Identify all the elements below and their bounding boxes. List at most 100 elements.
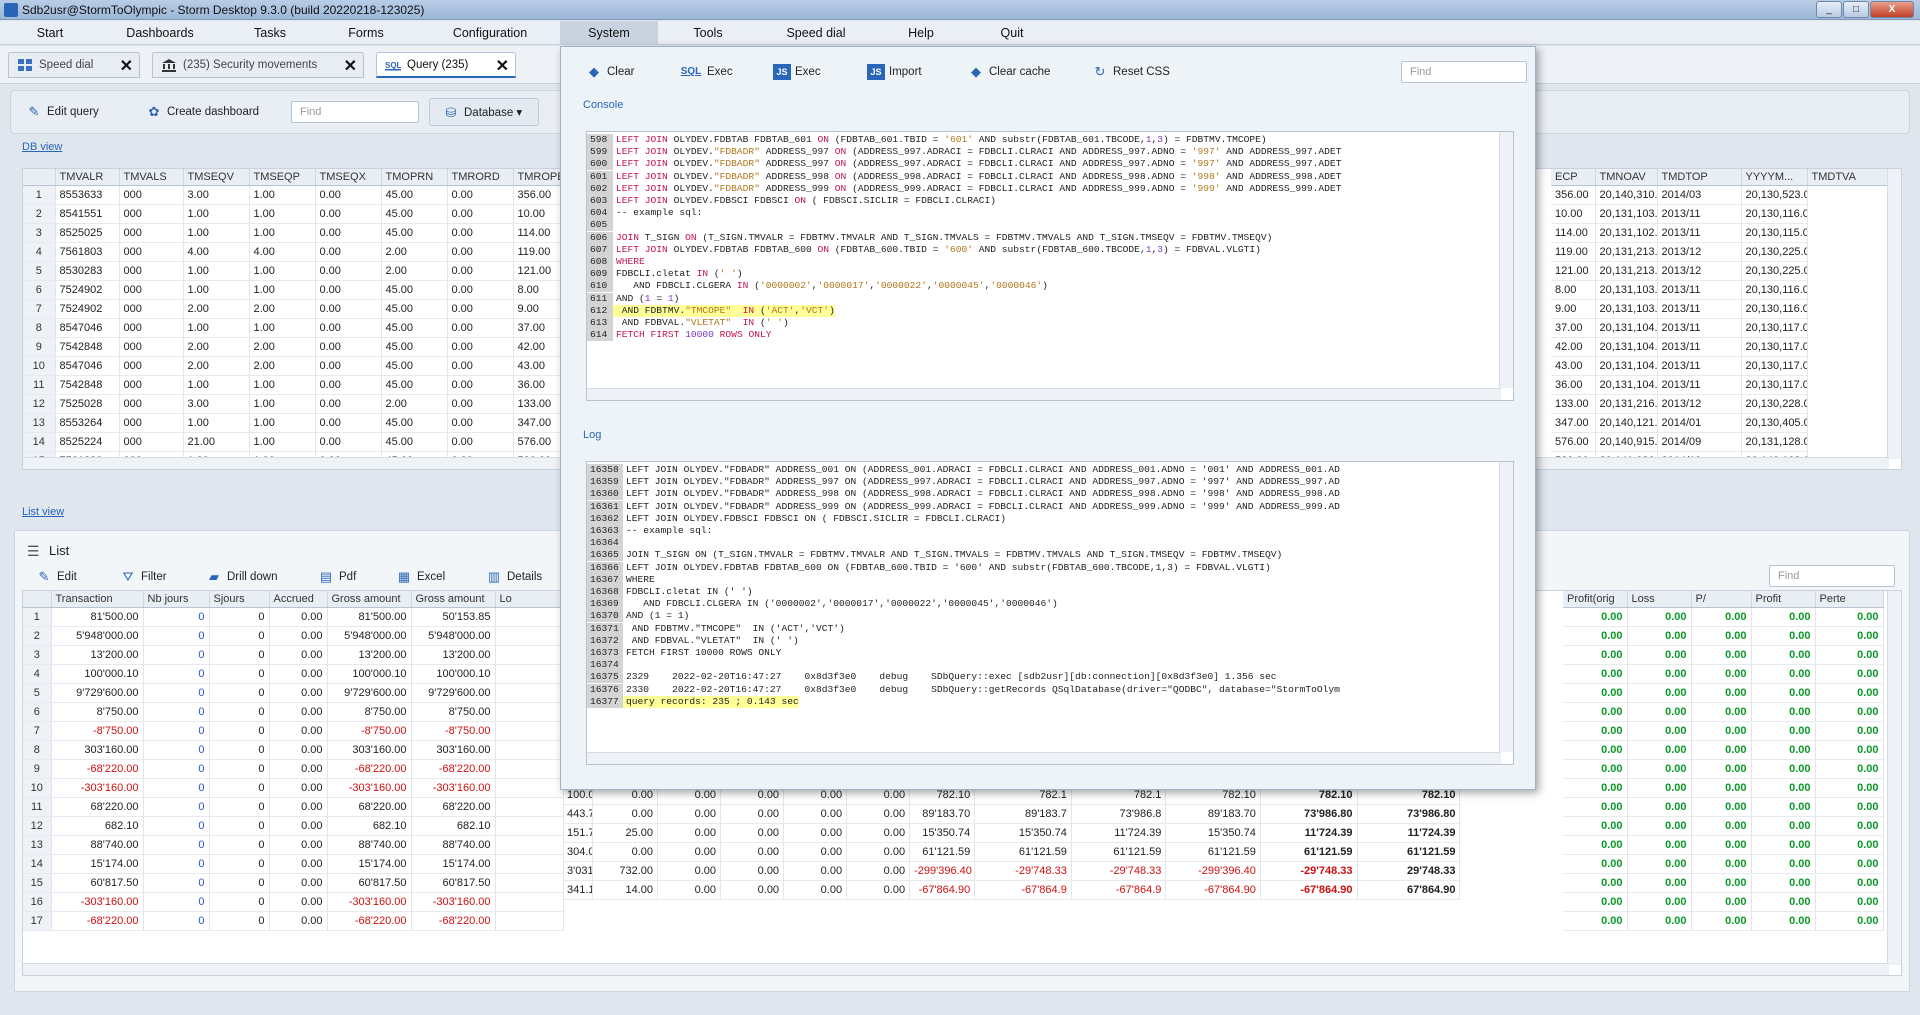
table-row[interactable]: 0.00 0.00 0.00 0.00 0.00 [1563, 778, 1884, 798]
list-drill-down-button[interactable]: ▰ Drill down [205, 566, 278, 588]
table-row[interactable]: 5 9'729'600.00 0 0 0.00 9'729'600.00 9'729'600… [23, 683, 564, 703]
db-view-label[interactable]: DB view [22, 141, 62, 153]
table-row[interactable]: 8 303'160.00 0 0 0.00 303'160.00 303'160.00 [23, 740, 564, 760]
table-row[interactable]: 13 8553264 000 1.00 1.00 0.00 45.00 0.00 347.00 [23, 413, 584, 433]
table-row[interactable]: 0.00 0.00 0.00 0.00 0.00 [1563, 740, 1884, 760]
table-row[interactable]: 9.0020,131,103.002013/1120,130,116.00 [1551, 299, 1891, 319]
list-details-button[interactable]: ▥ Details [485, 566, 542, 588]
close-tab-icon[interactable]: ✕ [496, 56, 509, 76]
table-row[interactable]: 43.0020,131,104.002013/1120,130,117.00 [1551, 356, 1891, 376]
list-view-vertical-scrollbar[interactable] [1887, 591, 1901, 965]
menu-configuration[interactable]: Configuration [440, 21, 540, 45]
table-row[interactable]: 0.00 0.00 0.00 0.00 0.00 [1563, 683, 1884, 703]
table-row[interactable]: 1 8553633 000 3.00 1.00 0.00 45.00 0.00 356.00 [23, 185, 584, 205]
list-filter-button[interactable]: ⛛ Filter [119, 566, 167, 588]
table-row[interactable]: 0.00 0.00 0.00 0.00 0.00 [1563, 607, 1884, 627]
log-vertical-scrollbar[interactable] [1499, 462, 1513, 752]
menu-tools[interactable]: Tools [680, 21, 736, 45]
db-view-vertical-scrollbar[interactable] [1887, 169, 1901, 459]
table-row[interactable]: 12 682.10 0 0 0.00 682.10 682.10 [23, 816, 564, 836]
table-row[interactable]: 347.0020,140,121.002014/0120,130,405.00 [1551, 413, 1891, 433]
console-horizontal-scrollbar[interactable] [587, 388, 1501, 400]
table-row[interactable]: 6 8'750.00 0 0 0.00 8'750.00 8'750.00 [23, 702, 564, 722]
menu-speed-dial[interactable]: Speed dial [780, 21, 852, 45]
clear-button[interactable]: ◆ Clear [585, 61, 634, 83]
table-row[interactable]: 4 7561803 000 4.00 4.00 0.00 2.00 0.00 119.00 [23, 242, 584, 262]
log-horizontal-scrollbar[interactable] [587, 752, 1501, 764]
table-row[interactable]: 10.0020,131,103.002013/1120,130,116.00 [1551, 204, 1891, 224]
list-excel-button[interactable]: ▦ Excel [395, 566, 445, 588]
table-row[interactable]: 443.700.000.000.000.000.0089'183.7089'18… [563, 804, 1563, 824]
list-edit-button[interactable]: ✎ Edit [35, 566, 77, 588]
table-row[interactable]: 13 88'740.00 0 0 0.00 88'740.00 88'740.00 [23, 835, 564, 855]
table-row[interactable]: 576.0020,140,915.002014/0920,131,128.00 [1551, 432, 1891, 452]
table-row[interactable]: 0.00 0.00 0.00 0.00 0.00 [1563, 664, 1884, 684]
js-exec-button[interactable]: JS Exec [773, 61, 821, 83]
table-row[interactable]: 2 8541551 000 1.00 1.00 0.00 45.00 0.00 10.00 [23, 204, 584, 224]
toolbar-find-input[interactable]: Find [291, 101, 419, 123]
js-import-button[interactable]: JS Import [867, 61, 922, 83]
table-row[interactable]: 9 -68'220.00 0 0 0.00 -68'220.00 -68'220.00 [23, 759, 564, 779]
table-row[interactable]: 304.090.000.000.000.000.0061'121.5961'12… [563, 842, 1563, 862]
table-row[interactable]: 12 7525028 000 3.00 1.00 0.00 2.00 0.00 133.00 [23, 394, 584, 414]
tab-security-movements[interactable]: (235) Security movements ✕ [152, 52, 364, 78]
close-tab-icon[interactable]: ✕ [120, 56, 133, 76]
table-row[interactable]: 356.0020,140,310.002014/0320,130,523.00 [1551, 185, 1891, 205]
table-row[interactable]: 0.00 0.00 0.00 0.00 0.00 [1563, 816, 1884, 836]
table-row[interactable]: 0.00 0.00 0.00 0.00 0.00 [1563, 911, 1884, 931]
list-view-label[interactable]: List view [22, 506, 64, 518]
table-row[interactable]: 5 8530283 000 1.00 1.00 0.00 2.00 0.00 121.00 [23, 261, 584, 281]
table-row[interactable]: 151.7425.000.000.000.000.0015'350.7415'3… [563, 823, 1563, 843]
table-row[interactable]: 42.0020,131,104.002013/1120,130,117.00 [1551, 337, 1891, 357]
table-row[interactable]: 0.00 0.00 0.00 0.00 0.00 [1563, 759, 1884, 779]
table-row[interactable]: 0.00 0.00 0.00 0.00 0.00 [1563, 721, 1884, 741]
list-find-input[interactable]: Find [1769, 565, 1895, 587]
table-row[interactable]: 4 100'000.10 0 0 0.00 100'000.10 100'000.10 [23, 664, 564, 684]
sql-exec-button[interactable]: SQL Exec [679, 61, 733, 83]
table-row[interactable]: 37.0020,131,104.002013/1120,130,117.00 [1551, 318, 1891, 338]
tab-speed-dial[interactable]: Speed dial ✕ [8, 52, 140, 78]
edit-query-button[interactable]: ✎ Edit query [25, 101, 99, 123]
menu-dashboards[interactable]: Dashboards [118, 21, 202, 45]
table-row[interactable]: 0.00 0.00 0.00 0.00 0.00 [1563, 702, 1884, 722]
table-row[interactable]: 16 -303'160.00 0 0 0.00 -303'160.00 -303'160.0… [23, 892, 564, 912]
list-pdf-button[interactable]: ▤ Pdf [317, 566, 356, 588]
table-row[interactable]: 17 -68'220.00 0 0 0.00 -68'220.00 -68'220.00 [23, 911, 564, 931]
clear-cache-button[interactable]: ◆ Clear cache [967, 61, 1050, 83]
table-row[interactable]: 7 -8'750.00 0 0 0.00 -8'750.00 -8'750.00 [23, 721, 564, 741]
table-row[interactable]: 0.00 0.00 0.00 0.00 0.00 [1563, 854, 1884, 874]
menu-help[interactable]: Help [896, 21, 946, 45]
menu-forms[interactable]: Forms [336, 21, 396, 45]
menu-quit[interactable]: Quit [990, 21, 1034, 45]
table-row[interactable]: 114.0020,131,102.002013/1120,130,115.00 [1551, 223, 1891, 243]
table-row[interactable]: 15 60'817.50 0 0 0.00 60'817.50 60'817.50 [23, 873, 564, 893]
table-row[interactable]: 0.00 0.00 0.00 0.00 0.00 [1563, 873, 1884, 893]
table-row[interactable]: 0.00 0.00 0.00 0.00 0.00 [1563, 626, 1884, 646]
table-row[interactable]: 14 15'174.00 0 0 0.00 15'174.00 15'174.00 [23, 854, 564, 874]
table-row[interactable]: 121.0020,131,213.002013/1220,130,225.00 [1551, 261, 1891, 281]
tab-query[interactable]: SQL Query (235) ✕ [376, 52, 516, 78]
table-row[interactable]: 0.00 0.00 0.00 0.00 0.00 [1563, 892, 1884, 912]
hamburger-icon[interactable]: ☰ [27, 543, 40, 560]
table-row[interactable]: 8 8547046 000 1.00 1.00 0.00 45.00 0.00 37.00 [23, 318, 584, 338]
console-editor[interactable]: 598 LEFT JOIN OLYDEV.FDBTAB FDBTAB_601 ON… [586, 131, 1514, 401]
table-row[interactable]: 10 8547046 000 2.00 2.00 0.00 45.00 0.00 43.00 [23, 356, 584, 376]
table-row[interactable]: 3'031.60732.000.000.000.000.00-299'396.4… [563, 861, 1563, 881]
table-row[interactable]: 10 -303'160.00 0 0 0.00 -303'160.00 -303'160.0… [23, 778, 564, 798]
table-row[interactable]: 0.00 0.00 0.00 0.00 0.00 [1563, 797, 1884, 817]
list-view-horizontal-scrollbar[interactable] [23, 963, 1889, 975]
table-row[interactable]: 119.0020,131,213.002013/1220,130,225.00 [1551, 242, 1891, 262]
table-row[interactable]: 36.0020,131,104.002013/1120,130,117.00 [1551, 375, 1891, 395]
log-viewer[interactable]: 16358 LEFT JOIN OLYDEV."FDBADR" ADDRESS_0… [586, 461, 1514, 765]
menu-tasks[interactable]: Tasks [240, 21, 300, 45]
table-row[interactable]: 2 5'948'000.00 0 0 0.00 5'948'000.00 5'948'000… [23, 626, 564, 646]
reset-css-button[interactable]: ↻ Reset CSS [1091, 61, 1170, 83]
create-dashboard-button[interactable]: ✿ Create dashboard [145, 101, 260, 123]
console-vertical-scrollbar[interactable] [1499, 132, 1513, 388]
table-row[interactable]: 11 68'220.00 0 0 0.00 68'220.00 68'220.00 [23, 797, 564, 817]
table-row[interactable]: 3 13'200.00 0 0 0.00 13'200.00 13'200.00 [23, 645, 564, 665]
minimize-button[interactable]: _ [1816, 1, 1842, 18]
table-row[interactable]: 11 7542848 000 1.00 1.00 0.00 45.00 0.00 36.00 [23, 375, 584, 395]
table-row[interactable]: 1 81'500.00 0 0 0.00 81'500.00 50'153.85 [23, 607, 564, 627]
table-row[interactable]: 7 7524902 000 2.00 2.00 0.00 45.00 0.00 9.00 [23, 299, 584, 319]
